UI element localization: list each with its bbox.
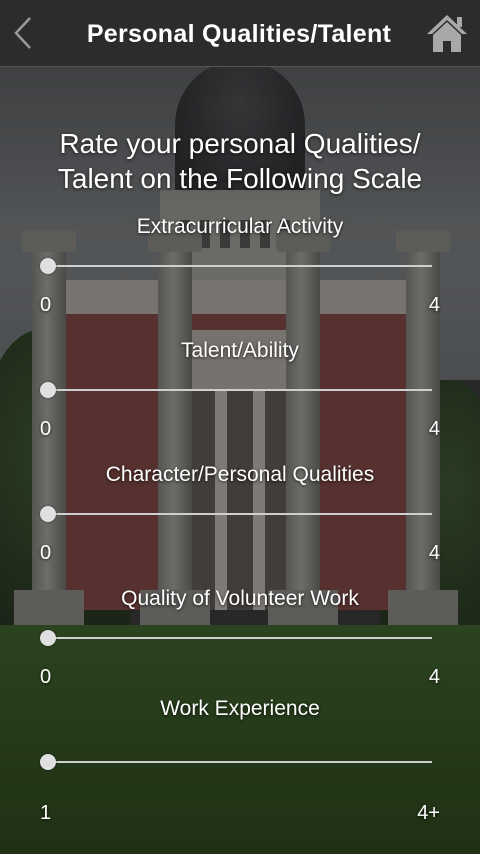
- slider-track[interactable]: [40, 382, 432, 398]
- slider-max-label: 4: [428, 666, 440, 688]
- slider-label: Quality of Volunteer Work: [121, 587, 359, 610]
- heading-line-1: Rate your personal Qualities/: [59, 128, 421, 159]
- chevron-left-icon: [14, 17, 31, 49]
- heading-line-2: Talent on the Following Scale: [57, 163, 423, 194]
- slider-label: Work Experience: [160, 697, 320, 720]
- top-bar: Personal Qualities/Talent: [0, 0, 480, 67]
- home-icon: [427, 15, 467, 52]
- slider-min-label: 0: [40, 666, 52, 688]
- instructions-heading: Rate your personal Qualities/ Talent on …: [20, 126, 460, 196]
- slider-track[interactable]: [40, 630, 432, 646]
- slider-max-label: 4+: [417, 802, 440, 824]
- home-button[interactable]: [424, 10, 470, 56]
- slider-max-label: 4: [428, 418, 440, 440]
- page-title: Personal Qualities/Talent: [86, 20, 392, 48]
- slider-thumb[interactable]: [40, 630, 56, 646]
- slider-thumb[interactable]: [40, 506, 56, 522]
- back-button[interactable]: [8, 12, 38, 54]
- slider-label: Extracurricular Activity: [136, 215, 344, 238]
- slider-min-label: 0: [40, 418, 52, 440]
- slider-thumb[interactable]: [40, 382, 56, 398]
- slider-track[interactable]: [40, 258, 432, 274]
- slider-thumb[interactable]: [40, 754, 56, 770]
- slider-max-label: 4: [428, 542, 440, 564]
- slider-thumb[interactable]: [40, 258, 56, 274]
- rating-form: Rate your personal Qualities/ Talent on …: [0, 66, 480, 854]
- slider-min-label: 1: [40, 802, 52, 824]
- slider-min-label: 0: [40, 294, 52, 316]
- slider-label: Talent/Ability: [181, 339, 299, 362]
- slider-track[interactable]: [40, 506, 432, 522]
- slider-label: Character/Personal Qualities: [105, 463, 375, 486]
- slider-min-label: 0: [40, 542, 52, 564]
- slider-track[interactable]: [40, 754, 432, 770]
- slider-max-label: 4: [428, 294, 440, 316]
